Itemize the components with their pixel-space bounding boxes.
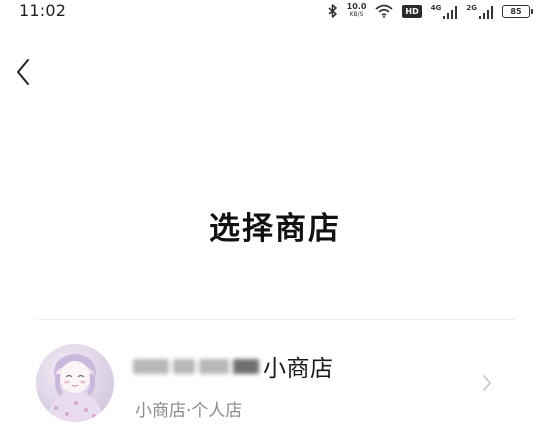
signal-icon [479,5,493,19]
wifi-icon [375,4,393,18]
sim1-network-type: 4G [430,3,442,12]
signal-sim2: 2G [466,4,493,19]
store-subtitle: 小商店·个人店 [135,401,243,421]
redacted-block [199,358,229,374]
battery-level: 85 [510,6,522,16]
store-avatar [36,344,114,422]
sim2-network-type: 2G [466,3,477,12]
store-name: 小商店 [263,356,334,382]
divider [38,319,515,320]
network-speed: 10.0 KB/S [347,3,367,19]
redacted-block [233,358,259,374]
network-speed-value: 10.0 [346,2,367,11]
chevron-right-icon[interactable] [482,374,492,396]
signal-icon [443,5,458,19]
network-speed-unit: KB/S [349,11,364,18]
status-bar: 11:02 10.0 KB/S HD 4G 2G 85 [0,0,550,24]
status-icons: 10.0 KB/S HD 4G 2G 85 [328,2,533,20]
hd-badge: HD [402,4,422,18]
chevron-left-icon [15,58,31,86]
signal-sim1: 4G [431,4,458,19]
redacted-block [173,358,195,374]
redacted-store-name [133,358,259,374]
status-time: 11:02 [19,1,67,20]
store-name-row: 小商店 [133,350,334,382]
page-title: 选择商店 [209,211,341,247]
back-button[interactable] [6,52,40,92]
store-list-item[interactable]: 小商店 小商店·个人店 [0,330,550,430]
redacted-block [133,358,169,374]
battery-icon: 85 [502,4,533,18]
bluetooth-icon [328,4,338,18]
